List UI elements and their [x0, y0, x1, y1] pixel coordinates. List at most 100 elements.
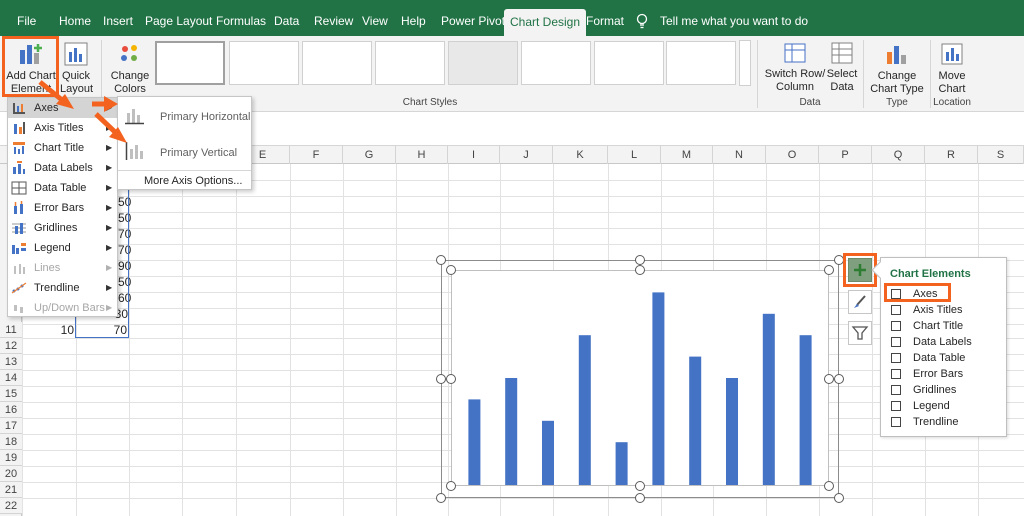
checkbox[interactable]: [891, 337, 901, 347]
row-header[interactable]: 11: [0, 322, 22, 338]
tab-insert[interactable]: Insert: [103, 8, 133, 34]
chart-style-3[interactable]: [302, 41, 372, 85]
tab-chart-design[interactable]: Chart Design: [504, 9, 587, 36]
column-header[interactable]: L: [608, 146, 661, 164]
resize-handle[interactable]: [635, 265, 645, 275]
resize-handle[interactable]: [635, 255, 645, 265]
quick-layout-button[interactable]: Quick Layout: [60, 38, 93, 96]
chart-filters-button[interactable]: [848, 321, 872, 345]
tab-review[interactable]: Review: [314, 8, 353, 34]
resize-handle[interactable]: [446, 265, 456, 275]
change-colors-button[interactable]: Change Colors: [108, 38, 152, 96]
column-header[interactable]: H: [396, 146, 448, 164]
chart-styles-scroll[interactable]: [739, 40, 751, 86]
column-header[interactable]: R: [925, 146, 978, 164]
resize-handle[interactable]: [446, 374, 456, 384]
switch-row-column-button[interactable]: Switch Row/ Column: [763, 38, 827, 96]
chart-bar[interactable]: [542, 420, 554, 485]
tab-formulas[interactable]: Formulas: [216, 8, 266, 34]
tab-page-layout[interactable]: Page Layout: [145, 8, 212, 34]
row-header[interactable]: 18: [0, 434, 22, 450]
menu-item-chart-title[interactable]: Chart Title ▶: [8, 138, 117, 158]
checkbox[interactable]: [891, 417, 901, 427]
column-header[interactable]: Q: [872, 146, 925, 164]
chart-styles-button[interactable]: [848, 290, 872, 314]
chart-style-2[interactable]: [229, 41, 299, 85]
menu-item-data-labels[interactable]: Data Labels ▶: [8, 158, 117, 178]
menu-item-axes[interactable]: Axes ▶: [8, 98, 117, 118]
row-header[interactable]: 19: [0, 450, 22, 466]
menu-item-data-table[interactable]: Data Table ▶: [8, 178, 117, 198]
column-header[interactable]: O: [766, 146, 819, 164]
chart-bar[interactable]: [762, 313, 775, 485]
chart-style-8[interactable]: [666, 41, 736, 85]
checkbox[interactable]: [891, 305, 901, 315]
chart-bar[interactable]: [799, 335, 812, 485]
tab-file[interactable]: File: [17, 8, 36, 34]
resize-handle[interactable]: [436, 374, 446, 384]
row-header[interactable]: 22: [0, 498, 22, 514]
tab-data[interactable]: Data: [274, 8, 299, 34]
row-header[interactable]: 20: [0, 466, 22, 482]
move-chart-button[interactable]: Move Chart: [932, 38, 972, 96]
chart-style-7[interactable]: [594, 41, 664, 85]
resize-handle[interactable]: [436, 255, 446, 265]
chart-bar[interactable]: [652, 292, 665, 485]
more-axis-options[interactable]: More Axis Options...: [144, 175, 242, 187]
primary-horizontal-option[interactable]: Primary Horizontal: [118, 101, 251, 133]
tab-view[interactable]: View: [362, 8, 388, 34]
menu-item-trendline[interactable]: Trendline ▶: [8, 278, 117, 298]
row-header[interactable]: 16: [0, 402, 22, 418]
tab-power-pivot[interactable]: Power Pivot: [441, 8, 505, 34]
resize-handle[interactable]: [635, 481, 645, 491]
tab-home[interactable]: Home: [59, 8, 91, 34]
row-header[interactable]: 14: [0, 370, 22, 386]
column-header[interactable]: J: [500, 146, 553, 164]
chart-style-5[interactable]: [448, 41, 518, 85]
chart-style-6[interactable]: [521, 41, 591, 85]
checkbox[interactable]: [891, 321, 901, 331]
resize-handle[interactable]: [436, 493, 446, 503]
row-header[interactable]: 17: [0, 418, 22, 434]
column-header[interactable]: N: [713, 146, 766, 164]
tell-me-search[interactable]: Tell me what you want to do: [660, 8, 808, 34]
chart-area[interactable]: [451, 270, 829, 486]
menu-item-legend[interactable]: Legend ▶: [8, 238, 117, 258]
column-header[interactable]: I: [448, 146, 500, 164]
row-header[interactable]: 21: [0, 482, 22, 498]
row-header[interactable]: 12: [0, 338, 22, 354]
column-header[interactable]: P: [819, 146, 872, 164]
resize-handle[interactable]: [446, 481, 456, 491]
checkbox[interactable]: [891, 369, 901, 379]
tab-help[interactable]: Help: [401, 8, 426, 34]
primary-vertical-option[interactable]: Primary Vertical: [118, 137, 251, 169]
column-header[interactable]: S: [978, 146, 1024, 164]
row-header[interactable]: 15: [0, 386, 22, 402]
chart-bar[interactable]: [615, 442, 628, 485]
resize-handle[interactable]: [824, 374, 834, 384]
resize-handle[interactable]: [824, 265, 834, 275]
cell-a11[interactable]: 10: [22, 322, 74, 338]
checkbox[interactable]: [891, 353, 901, 363]
chart-bar[interactable]: [726, 378, 738, 485]
checkbox[interactable]: [891, 401, 901, 411]
change-chart-type-button[interactable]: Change Chart Type: [866, 38, 928, 96]
column-header[interactable]: M: [661, 146, 713, 164]
menu-item-axis-titles[interactable]: Axis Titles ▶: [8, 118, 117, 138]
chart-bar[interactable]: [468, 399, 481, 485]
chart-bar[interactable]: [689, 356, 702, 485]
chart-bar[interactable]: [505, 378, 518, 485]
column-header[interactable]: F: [290, 146, 343, 164]
menu-item-error-bars[interactable]: Error Bars ▶: [8, 198, 117, 218]
menu-item-gridlines[interactable]: Gridlines ▶: [8, 218, 117, 238]
chart-style-4[interactable]: [375, 41, 445, 85]
chart-style-1[interactable]: [155, 41, 225, 85]
column-header[interactable]: K: [553, 146, 608, 164]
tab-format[interactable]: Format: [586, 8, 624, 34]
checkbox[interactable]: [891, 385, 901, 395]
row-header[interactable]: 13: [0, 354, 22, 370]
select-data-button[interactable]: Select Data: [825, 38, 859, 96]
resize-handle[interactable]: [834, 493, 844, 503]
resize-handle[interactable]: [834, 374, 844, 384]
chart-bar[interactable]: [578, 335, 591, 485]
